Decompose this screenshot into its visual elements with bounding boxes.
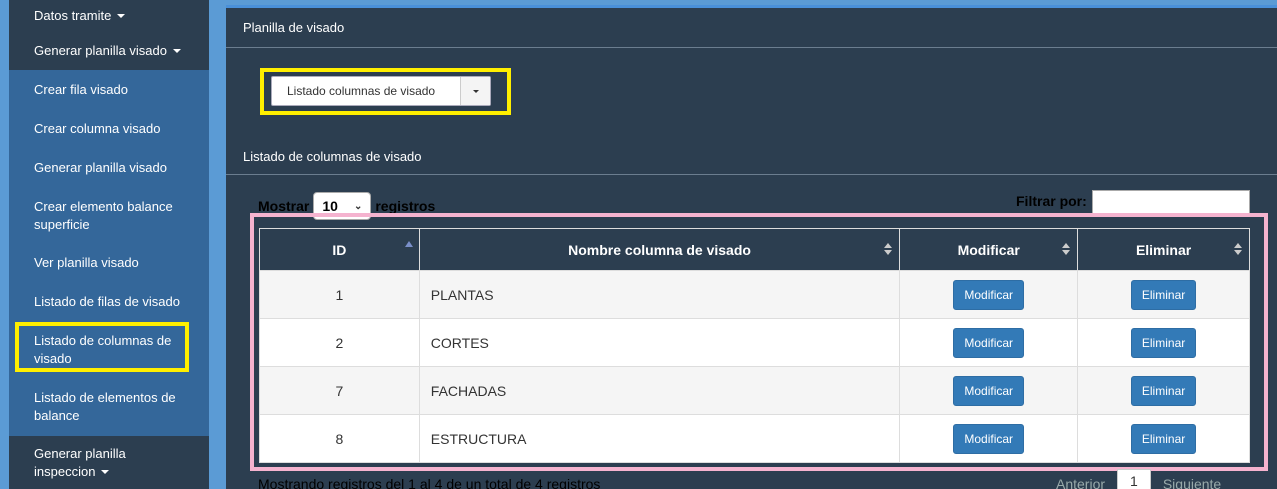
panel-title: Planilla de visado — [243, 20, 345, 35]
sidebar-item-generar-planilla-visado-menu[interactable]: Generar planilla visado — [9, 32, 209, 70]
sidebar-item-label: Generar planilla visado — [34, 43, 167, 58]
sidebar-item-label: Ver planilla visado — [34, 255, 139, 270]
sidebar-item-label: Crear fila visado — [34, 82, 128, 97]
sidebar-item-listado-elementos-balance[interactable]: Listado de elementos de balance — [9, 378, 209, 436]
sidebar-item-crear-elemento-balance[interactable]: Crear elemento balance superficie — [9, 188, 209, 244]
next-page-button[interactable]: Siguiente — [1163, 476, 1221, 489]
divider — [226, 47, 1277, 48]
top-strip — [226, 5, 1277, 8]
filter-label: Filtrar por: — [1016, 193, 1087, 209]
prev-page-button[interactable]: Anterior — [1056, 476, 1105, 489]
caret-down-icon — [117, 14, 126, 18]
page-button[interactable]: 1 — [1117, 469, 1151, 489]
sidebar-item-label: Crear elemento balance superficie — [34, 199, 173, 232]
sidebar-highlight-box — [15, 322, 189, 372]
sidebar-item-label: Datos tramite — [34, 8, 112, 23]
sidebar-item-datos-tramite[interactable]: Datos tramite — [9, 0, 209, 32]
sidebar-item-label: Generar planilla visado — [34, 160, 167, 175]
sidebar-item-crear-columna-visado[interactable]: Crear columna visado — [9, 110, 209, 148]
filter-input[interactable] — [1092, 190, 1250, 214]
dropdown-highlight-box — [260, 68, 511, 115]
sidebar-item-label: Listado de filas de visado — [34, 294, 180, 309]
sidebar-item-label: Crear columna visado — [34, 121, 161, 136]
length-select-value: 10 — [322, 198, 338, 214]
caret-down-icon — [172, 49, 181, 53]
table-info: Mostrando registros del 1 al 4 de un tot… — [258, 476, 601, 489]
show-label: Mostrar — [258, 198, 310, 214]
caret-down-icon — [101, 470, 110, 475]
pagination: Anterior 1 Siguiente — [1056, 469, 1221, 489]
sidebar-item-generar-planilla-inspeccion[interactable]: Generar planilla inspeccion — [9, 436, 209, 489]
records-label: registros — [375, 198, 436, 214]
sidebar-item-generar-planilla-visado[interactable]: Generar planilla visado — [9, 148, 209, 188]
divider — [226, 174, 1277, 175]
sidebar: Datos tramite Generar planilla visado Cr… — [9, 0, 209, 489]
main-panel: Planilla de visado Listado columnas de v… — [226, 5, 1277, 489]
sidebar-item-label: Listado de elementos de balance — [34, 390, 176, 423]
sidebar-item-ver-planilla-visado[interactable]: Ver planilla visado — [9, 244, 209, 282]
sidebar-item-listado-filas[interactable]: Listado de filas de visado — [9, 282, 209, 322]
table-highlight-box — [250, 213, 1268, 471]
sidebar-item-label: Generar planilla inspeccion — [34, 445, 126, 479]
sidebar-item-crear-fila-visado[interactable]: Crear fila visado — [9, 70, 209, 110]
chevron-down-icon: ⌄ — [353, 200, 363, 212]
section-title: Listado de columnas de visado — [243, 149, 422, 164]
